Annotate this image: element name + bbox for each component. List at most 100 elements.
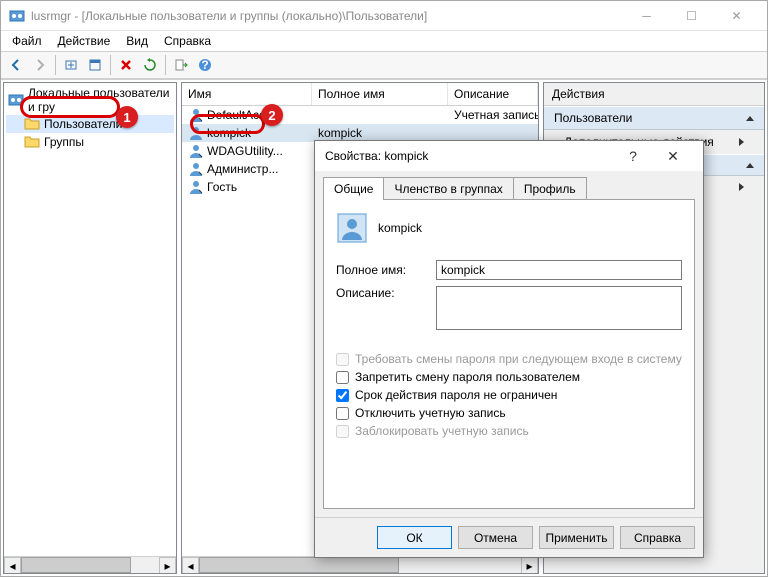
cell-name: kompick <box>207 126 251 140</box>
back-button[interactable] <box>5 54 27 76</box>
refresh-button[interactable] <box>139 54 161 76</box>
dialog-tabs: Общие Членство в группах Профиль <box>315 171 703 200</box>
tree-groups[interactable]: Группы <box>6 133 174 151</box>
scroll-right-button[interactable]: ▸ <box>521 557 538 574</box>
check-mustchange: Требовать смены пароля при следующем вхо… <box>336 352 682 366</box>
properties-button[interactable] <box>84 54 106 76</box>
collapse-icon <box>746 163 754 168</box>
cell-fullname: kompick <box>312 125 448 141</box>
check-locked-box <box>336 425 349 438</box>
folder-icon <box>24 134 40 150</box>
collapse-icon <box>746 116 754 121</box>
tree-panel: Локальные пользователи и гру Пользовател… <box>3 82 177 574</box>
check-mustchange-box <box>336 353 349 366</box>
menu-help[interactable]: Справка <box>157 32 218 50</box>
scroll-left-button[interactable]: ◂ <box>4 557 21 574</box>
fullname-label: Полное имя: <box>336 263 436 277</box>
dialog-help-button[interactable]: ? <box>613 142 653 170</box>
desc-input[interactable] <box>436 286 682 330</box>
cell-name: Администр... <box>207 162 278 176</box>
check-disabled-box[interactable] <box>336 407 349 420</box>
maximize-button[interactable]: ☐ <box>669 2 714 30</box>
user-icon <box>188 143 204 159</box>
delete-button[interactable] <box>115 54 137 76</box>
scroll-left-button[interactable]: ◂ <box>182 557 199 574</box>
tree-groups-label: Группы <box>44 135 84 149</box>
check-mustchange-label: Требовать смены пароля при следующем вхо… <box>355 352 682 366</box>
dialog-titlebar: Свойства: kompick ? ✕ <box>315 141 703 171</box>
export-button[interactable] <box>170 54 192 76</box>
apply-button[interactable]: Применить <box>539 526 614 549</box>
tab-general[interactable]: Общие <box>323 177 384 200</box>
scroll-right-button[interactable]: ▸ <box>159 557 176 574</box>
col-fullname[interactable]: Полное имя <box>312 83 448 105</box>
list-header: Имя Полное имя Описание <box>182 83 538 106</box>
check-locked-label: Заблокировать учетную запись <box>355 424 529 438</box>
tree-root-label: Локальные пользователи и гру <box>28 86 172 114</box>
properties-dialog: Свойства: kompick ? ✕ Общие Членство в г… <box>314 140 704 558</box>
actions-section-users[interactable]: Пользователи <box>544 106 764 130</box>
arrow-right-icon <box>739 138 744 146</box>
check-disabled-label: Отключить учетную запись <box>355 406 506 420</box>
menu-action[interactable]: Действие <box>51 32 118 50</box>
check-neverexpires-label: Срок действия пароля не ограничен <box>355 388 557 402</box>
user-icon <box>188 179 204 195</box>
scroll-thumb[interactable] <box>199 557 399 573</box>
actions-section-label: Пользователи <box>554 111 632 125</box>
tab-membership[interactable]: Членство в группах <box>383 177 513 200</box>
user-icon <box>188 125 204 141</box>
cell-desc: Учетная запись пользов <box>448 107 538 123</box>
check-neverexpires-box[interactable] <box>336 389 349 402</box>
cell-name: Гость <box>207 180 237 194</box>
user-large-icon <box>336 212 368 244</box>
forward-button[interactable] <box>29 54 51 76</box>
app-icon <box>9 8 25 24</box>
window-title: lusrmgr - [Локальные пользователи и груп… <box>31 9 624 23</box>
dialog-buttons: ОК Отмена Применить Справка <box>315 517 703 557</box>
fullname-input[interactable] <box>436 260 682 280</box>
col-name[interactable]: Имя <box>182 83 312 105</box>
check-disabled[interactable]: Отключить учетную запись <box>336 406 682 420</box>
col-desc[interactable]: Описание <box>448 83 538 105</box>
close-button[interactable]: ✕ <box>714 2 759 30</box>
actions-title: Действия <box>544 83 764 106</box>
tree-hscroll[interactable]: ◂ ▸ <box>4 556 176 573</box>
tree-root[interactable]: Локальные пользователи и гру <box>6 85 174 115</box>
cell-fullname <box>312 114 448 116</box>
cancel-button[interactable]: Отмена <box>458 526 533 549</box>
tree-users[interactable]: Пользователи <box>6 115 174 133</box>
help-button[interactable]: ? <box>194 54 216 76</box>
scroll-thumb[interactable] <box>21 557 131 573</box>
arrow-right-icon <box>739 183 744 191</box>
user-icon <box>188 161 204 177</box>
check-neverexpires[interactable]: Срок действия пароля не ограничен <box>336 388 682 402</box>
check-locked: Заблокировать учетную запись <box>336 424 682 438</box>
tree-users-label: Пользователи <box>44 117 122 131</box>
menu-view[interactable]: Вид <box>119 32 155 50</box>
menu-file[interactable]: Файл <box>5 32 49 50</box>
add-button[interactable] <box>60 54 82 76</box>
folder-icon <box>24 116 40 132</box>
tab-profile[interactable]: Профиль <box>513 177 587 200</box>
check-cannotchange-box[interactable] <box>336 371 349 384</box>
help-button[interactable]: Справка <box>620 526 695 549</box>
dialog-body: kompick Полное имя: Описание: Требовать … <box>323 199 695 509</box>
dialog-username: kompick <box>378 221 422 235</box>
users-groups-icon <box>8 92 24 108</box>
cell-name: DefaultAcco... <box>207 108 282 122</box>
list-hscroll[interactable]: ◂ ▸ <box>182 556 538 573</box>
desc-label: Описание: <box>336 286 436 300</box>
toolbar: ? <box>1 51 767 79</box>
minimize-button[interactable]: ─ <box>624 2 669 30</box>
cell-desc <box>448 132 538 134</box>
check-cannotchange-label: Запретить смену пароля пользователем <box>355 370 580 384</box>
check-cannotchange[interactable]: Запретить смену пароля пользователем <box>336 370 682 384</box>
dialog-close-button[interactable]: ✕ <box>653 142 693 170</box>
cell-name: WDAGUtility... <box>207 144 283 158</box>
ok-button[interactable]: ОК <box>377 526 452 549</box>
dialog-title: Свойства: kompick <box>325 149 613 163</box>
svg-text:?: ? <box>201 58 208 72</box>
titlebar: lusrmgr - [Локальные пользователи и груп… <box>1 1 767 31</box>
user-icon <box>188 107 204 123</box>
list-row[interactable]: DefaultAcco... Учетная запись пользов <box>182 106 538 124</box>
